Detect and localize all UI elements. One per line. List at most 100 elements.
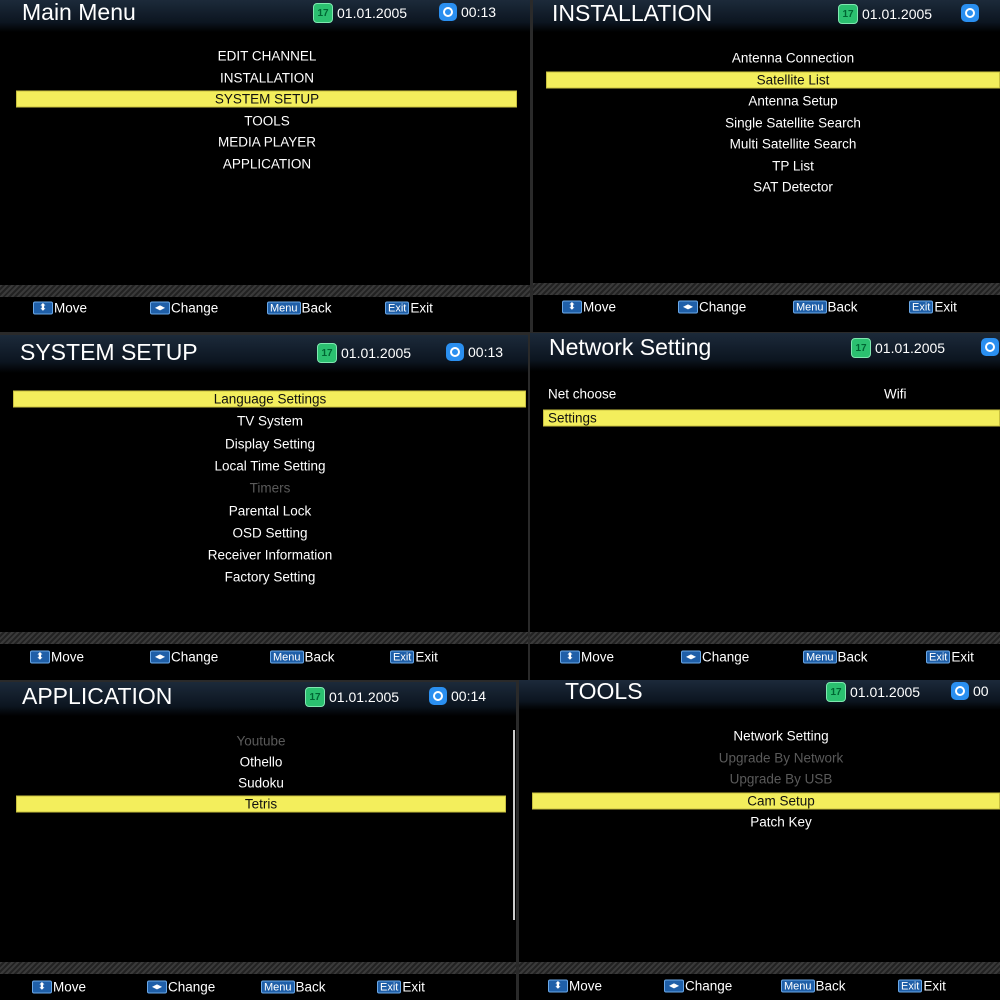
move-hint[interactable]: ⬍ Move [32, 980, 86, 995]
panel-title: Main Menu [22, 0, 136, 25]
move-hint[interactable]: ⬍ Move [30, 650, 84, 665]
hint-label: Back [815, 978, 846, 994]
menu-item[interactable]: Upgrade By USB [730, 772, 833, 787]
back-hint[interactable]: Menu Back [793, 300, 858, 315]
menu-item[interactable]: MEDIA PLAYER [218, 135, 316, 150]
menu-item[interactable]: Local Time Setting [214, 458, 325, 473]
hint-label: Move [53, 979, 87, 995]
menu-item[interactable]: SAT Detector [753, 180, 833, 195]
hint-label: Exit [402, 979, 425, 995]
menu-item[interactable]: Antenna Setup [748, 94, 837, 109]
menu-item[interactable]: Tetris [245, 797, 277, 812]
menu-key-icon: Menu [270, 650, 304, 664]
hint-label: Move [581, 649, 615, 665]
menu-key-icon: Menu [781, 979, 815, 993]
menu-item[interactable]: Factory Setting [225, 570, 316, 585]
move-hint[interactable]: ⬍ Move [33, 301, 87, 316]
change-hint[interactable]: ◂▸ Change [678, 300, 746, 315]
menu-item[interactable]: Language Settings [214, 392, 327, 407]
menu-item[interactable]: Othello [240, 755, 283, 770]
calendar-icon: 17 [826, 682, 846, 702]
move-hint[interactable]: ⬍ Move [560, 650, 614, 665]
footer-divider [0, 962, 516, 974]
exit-hint[interactable]: Exit Exit [377, 980, 425, 995]
time-display: 00 [951, 682, 989, 700]
back-hint[interactable]: Menu Back [270, 650, 335, 665]
calendar-icon: 17 [838, 4, 858, 24]
menu-item[interactable]: OSD Setting [232, 525, 307, 540]
menu-item[interactable]: Display Setting [225, 436, 315, 451]
change-hint[interactable]: ◂▸ Change [150, 650, 218, 665]
menu-item[interactable]: INSTALLATION [220, 70, 314, 85]
exit-key-icon: Exit [390, 650, 415, 664]
exit-hint[interactable]: Exit Exit [385, 301, 433, 316]
date-display: 17 01.01.2005 [313, 3, 407, 23]
footer-divider [533, 283, 1000, 295]
menu-item[interactable]: APPLICATION [223, 157, 311, 172]
change-key-icon: ◂▸ [678, 300, 698, 314]
hint-label: Move [583, 299, 617, 315]
menu-item[interactable]: Net choose [548, 387, 616, 402]
menu-panel: INSTALLATION 17 01.01.2005 Antenna Connecti… [533, 0, 1000, 332]
exit-hint[interactable]: Exit Exit [909, 300, 957, 315]
menu-item[interactable]: Multi Satellite Search [730, 137, 857, 152]
exit-hint[interactable]: Exit Exit [390, 650, 438, 665]
exit-key-icon: Exit [898, 979, 923, 993]
clock-icon [446, 343, 464, 361]
exit-hint[interactable]: Exit Exit [926, 650, 974, 665]
menu-item[interactable]: TV System [237, 414, 303, 429]
menu-item[interactable]: TP List [772, 158, 814, 173]
scrollbar[interactable] [513, 730, 515, 920]
menu-item[interactable]: Patch Key [750, 815, 812, 830]
panel-title: APPLICATION [22, 683, 173, 709]
hint-label: Move [51, 649, 85, 665]
hint-label: Exit [934, 299, 957, 315]
date-text: 01.01.2005 [850, 684, 921, 700]
time-text: 00 [973, 683, 989, 699]
time-text: 00:13 [461, 4, 497, 20]
menu-item[interactable]: Receiver Information [208, 548, 333, 563]
date-text: 01.01.2005 [329, 689, 400, 705]
date-display: 17 01.01.2005 [851, 338, 945, 358]
menu-item[interactable]: Youtube [236, 734, 285, 749]
back-hint[interactable]: Menu Back [781, 979, 846, 994]
time-display: 00:13 [446, 343, 503, 361]
change-hint[interactable]: ◂▸ Change [664, 979, 732, 994]
menu-item[interactable]: Network Setting [733, 729, 828, 744]
time-display [981, 338, 1000, 356]
menu-item[interactable]: TOOLS [244, 113, 290, 128]
footer-divider [0, 632, 528, 644]
menu-item[interactable]: Parental Lock [229, 503, 312, 518]
menu-item[interactable]: Sudoku [238, 776, 284, 791]
hint-label: Change [702, 649, 750, 665]
change-hint[interactable]: ◂▸ Change [147, 980, 215, 995]
menu-item[interactable]: EDIT CHANNEL [218, 49, 317, 64]
change-hint[interactable]: ◂▸ Change [681, 650, 749, 665]
menu-item[interactable]: Timers [250, 481, 291, 496]
menu-item[interactable]: Satellite List [757, 72, 830, 87]
menu-item-value[interactable]: Wifi [884, 387, 907, 402]
back-hint[interactable]: Menu Back [803, 650, 868, 665]
change-hint[interactable]: ◂▸ Change [150, 301, 218, 316]
hint-label: Exit [951, 649, 974, 665]
date-text: 01.01.2005 [341, 345, 412, 361]
menu-item[interactable]: Upgrade By Network [719, 750, 844, 765]
back-hint[interactable]: Menu Back [267, 301, 332, 316]
menu-item[interactable]: Settings [548, 411, 597, 426]
date-text: 01.01.2005 [337, 5, 408, 21]
exit-hint[interactable]: Exit Exit [898, 979, 946, 994]
menu-item[interactable]: SYSTEM SETUP [215, 92, 319, 107]
move-hint[interactable]: ⬍ Move [548, 979, 602, 994]
change-key-icon: ◂▸ [150, 650, 170, 664]
date-display: 17 01.01.2005 [305, 687, 399, 707]
menu-item[interactable]: Cam Setup [747, 793, 815, 808]
clock-icon [961, 4, 979, 22]
move-hint[interactable]: ⬍ Move [562, 300, 616, 315]
menu-item[interactable]: Single Satellite Search [725, 115, 861, 130]
time-display: 00:14 [429, 687, 486, 705]
menu-panel: SYSTEM SETUP 17 01.01.2005 00:13 Language Se… [0, 335, 528, 680]
back-hint[interactable]: Menu Back [261, 980, 326, 995]
menu-item[interactable]: Antenna Connection [732, 51, 854, 66]
hint-label: Change [168, 979, 216, 995]
change-key-icon: ◂▸ [150, 301, 170, 315]
